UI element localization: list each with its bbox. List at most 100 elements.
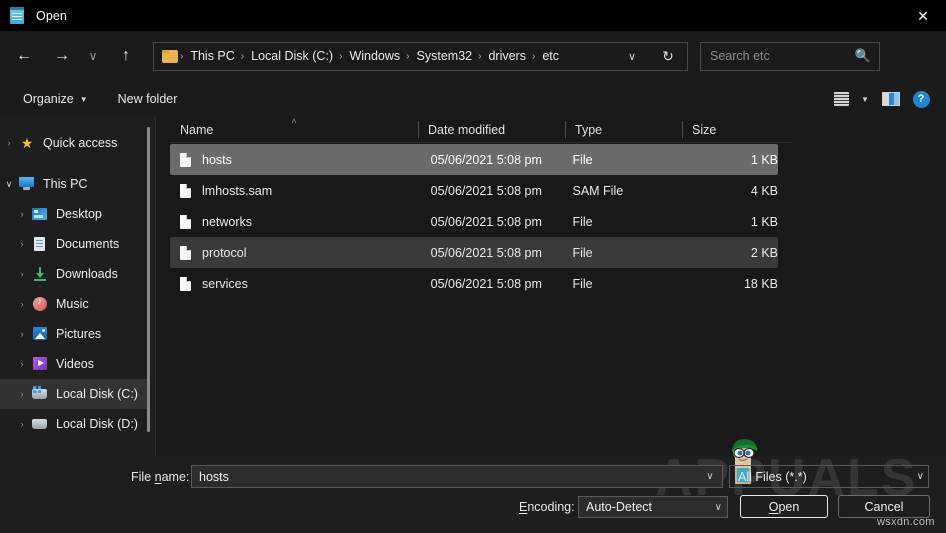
sidebar-item-desktop[interactable]: › Desktop	[0, 199, 149, 229]
file-size: 1 KB	[685, 215, 778, 229]
breadcrumb-item-drivers[interactable]: drivers	[484, 49, 530, 63]
forward-icon[interactable]: →	[47, 41, 77, 71]
sidebar-item-videos[interactable]: › Videos	[0, 349, 149, 379]
view-mode-icon[interactable]	[828, 87, 854, 111]
back-icon[interactable]: ←	[9, 41, 39, 71]
encoding-dropdown[interactable]: Auto-Detect ∨	[578, 496, 728, 518]
file-type: File	[572, 153, 685, 167]
file-type-dropdown[interactable]: All Files (*.*) ∨	[729, 465, 929, 488]
open-button[interactable]: Open	[740, 495, 828, 518]
file-name: hosts	[202, 153, 431, 167]
table-row[interactable]: hosts 05/06/2021 5:08 pm File 1 KB	[170, 144, 778, 175]
chevron-right-icon[interactable]: ›	[13, 389, 31, 399]
file-date-modified: 05/06/2021 5:08 pm	[431, 184, 573, 198]
pc-icon	[18, 176, 36, 192]
breadcrumb-separator: ›	[404, 51, 412, 62]
breadcrumb-item-etc[interactable]: etc	[538, 49, 563, 63]
pictures-icon	[31, 326, 49, 342]
sidebar-item-quick-access[interactable]: › ★ Quick access	[0, 128, 149, 158]
sidebar-item-label: Pictures	[56, 327, 101, 341]
column-header-type[interactable]: Type	[565, 117, 682, 142]
documents-icon	[31, 236, 49, 252]
file-name-input[interactable]	[199, 467, 679, 487]
breadcrumb-item-local-disk-c[interactable]: Local Disk (C:)	[247, 49, 337, 63]
sidebar-scrollbar[interactable]	[147, 127, 150, 432]
sort-ascending-icon: ˄	[291, 116, 296, 126]
chevron-down-icon[interactable]: ∨	[0, 179, 18, 190]
windows-disk-icon	[31, 386, 49, 402]
sidebar-item-documents[interactable]: › Documents	[0, 229, 149, 259]
chevron-down-icon[interactable]: ∨	[621, 43, 643, 70]
sidebar-item-pictures[interactable]: › Pictures	[0, 319, 149, 349]
sidebar-item-downloads[interactable]: › Downloads	[0, 259, 149, 289]
organize-button[interactable]: Organize ▼	[14, 86, 97, 112]
chevron-right-icon[interactable]: ›	[13, 269, 31, 279]
sidebar-item-music[interactable]: › Music	[0, 289, 149, 319]
navigation-pane[interactable]: › ★ Quick access ∨ This PC › Desktop › D…	[0, 117, 149, 456]
search-input[interactable]	[710, 44, 850, 69]
chevron-right-icon[interactable]: ›	[13, 299, 31, 309]
file-name: protocol	[202, 246, 431, 260]
music-icon	[31, 296, 49, 312]
preview-pane-icon[interactable]	[876, 87, 906, 111]
table-row[interactable]: networks 05/06/2021 5:08 pm File 1 KB	[170, 206, 778, 237]
table-row[interactable]: services 05/06/2021 5:08 pm File 18 KB	[170, 268, 778, 299]
column-label: Name	[180, 123, 213, 137]
file-size: 18 KB	[685, 277, 778, 291]
organize-label: Organize	[23, 92, 74, 106]
breadcrumb-separator: ›	[239, 51, 247, 62]
file-type-value: All Files (*.*)	[738, 470, 807, 484]
table-row[interactable]: lmhosts.sam 05/06/2021 5:08 pm SAM File …	[170, 175, 778, 206]
star-icon: ★	[18, 135, 36, 151]
breadcrumb-item-system32[interactable]: System32	[413, 49, 477, 63]
file-icon	[180, 277, 191, 291]
new-folder-button[interactable]: New folder	[109, 86, 187, 112]
close-icon[interactable]: ✕	[900, 0, 946, 31]
sidebar-item-this-pc[interactable]: ∨ This PC	[0, 169, 149, 199]
encoding-label: Encoding:	[519, 500, 575, 514]
sidebar-item-local-disk-c[interactable]: › Local Disk (C:)	[0, 379, 149, 409]
header-divider	[170, 142, 792, 143]
sidebar-item-label: Documents	[56, 237, 119, 251]
file-size: 1 KB	[685, 153, 778, 167]
file-size: 4 KB	[685, 184, 778, 198]
chevron-right-icon[interactable]: ›	[13, 209, 31, 219]
file-name-field[interactable]: ∨	[191, 465, 723, 488]
file-type: File	[572, 246, 685, 260]
folder-icon	[162, 50, 178, 63]
chevron-right-icon[interactable]: ›	[13, 419, 31, 429]
file-list: hosts 05/06/2021 5:08 pm File 1 KB lmhos…	[170, 144, 778, 299]
file-list-pane: ˄ Name Date modified Type Size hosts 05/…	[156, 117, 946, 456]
sidebar-item-local-disk-d[interactable]: › Local Disk (D:)	[0, 409, 149, 439]
column-header-size[interactable]: Size	[682, 117, 792, 142]
column-header-date-modified[interactable]: Date modified	[418, 117, 565, 142]
table-row[interactable]: protocol 05/06/2021 5:08 pm File 2 KB	[170, 237, 778, 268]
chevron-down-icon[interactable]: ∨	[701, 466, 719, 487]
chevron-down-icon: ▼	[80, 95, 88, 104]
column-header-name[interactable]: ˄ Name	[170, 117, 418, 142]
recent-locations-icon[interactable]: ∨	[83, 41, 103, 71]
open-file-dialog: Open ✕ ← → ∨ ↑ › This PC › Local Disk (C…	[0, 0, 946, 533]
chevron-right-icon[interactable]: ›	[13, 329, 31, 339]
refresh-icon[interactable]: ↻	[653, 43, 683, 70]
chevron-right-icon[interactable]: ›	[13, 239, 31, 249]
breadcrumb-separator: ›	[337, 51, 345, 62]
address-bar[interactable]: › This PC › Local Disk (C:) › Windows › …	[153, 42, 688, 71]
file-name: services	[202, 277, 431, 291]
desktop-icon	[31, 206, 49, 222]
cancel-button[interactable]: Cancel	[838, 495, 930, 518]
file-name-label: File name:	[131, 470, 189, 484]
search-box[interactable]: 🔍	[700, 42, 880, 71]
view-mode-chevron-down-icon[interactable]: ▼	[856, 87, 874, 111]
breadcrumb-separator: ›	[178, 51, 186, 62]
breadcrumb-item-windows[interactable]: Windows	[345, 49, 404, 63]
view-controls: ▼ ?	[828, 87, 934, 111]
file-name: lmhosts.sam	[202, 184, 431, 198]
help-icon[interactable]: ?	[908, 87, 934, 111]
chevron-right-icon[interactable]: ›	[0, 138, 18, 148]
chevron-right-icon[interactable]: ›	[13, 359, 31, 369]
breadcrumb-item-this-pc[interactable]: This PC	[186, 49, 238, 63]
column-label: Date modified	[428, 123, 505, 137]
file-date-modified: 05/06/2021 5:08 pm	[431, 153, 573, 167]
up-icon[interactable]: ↑	[111, 41, 141, 71]
